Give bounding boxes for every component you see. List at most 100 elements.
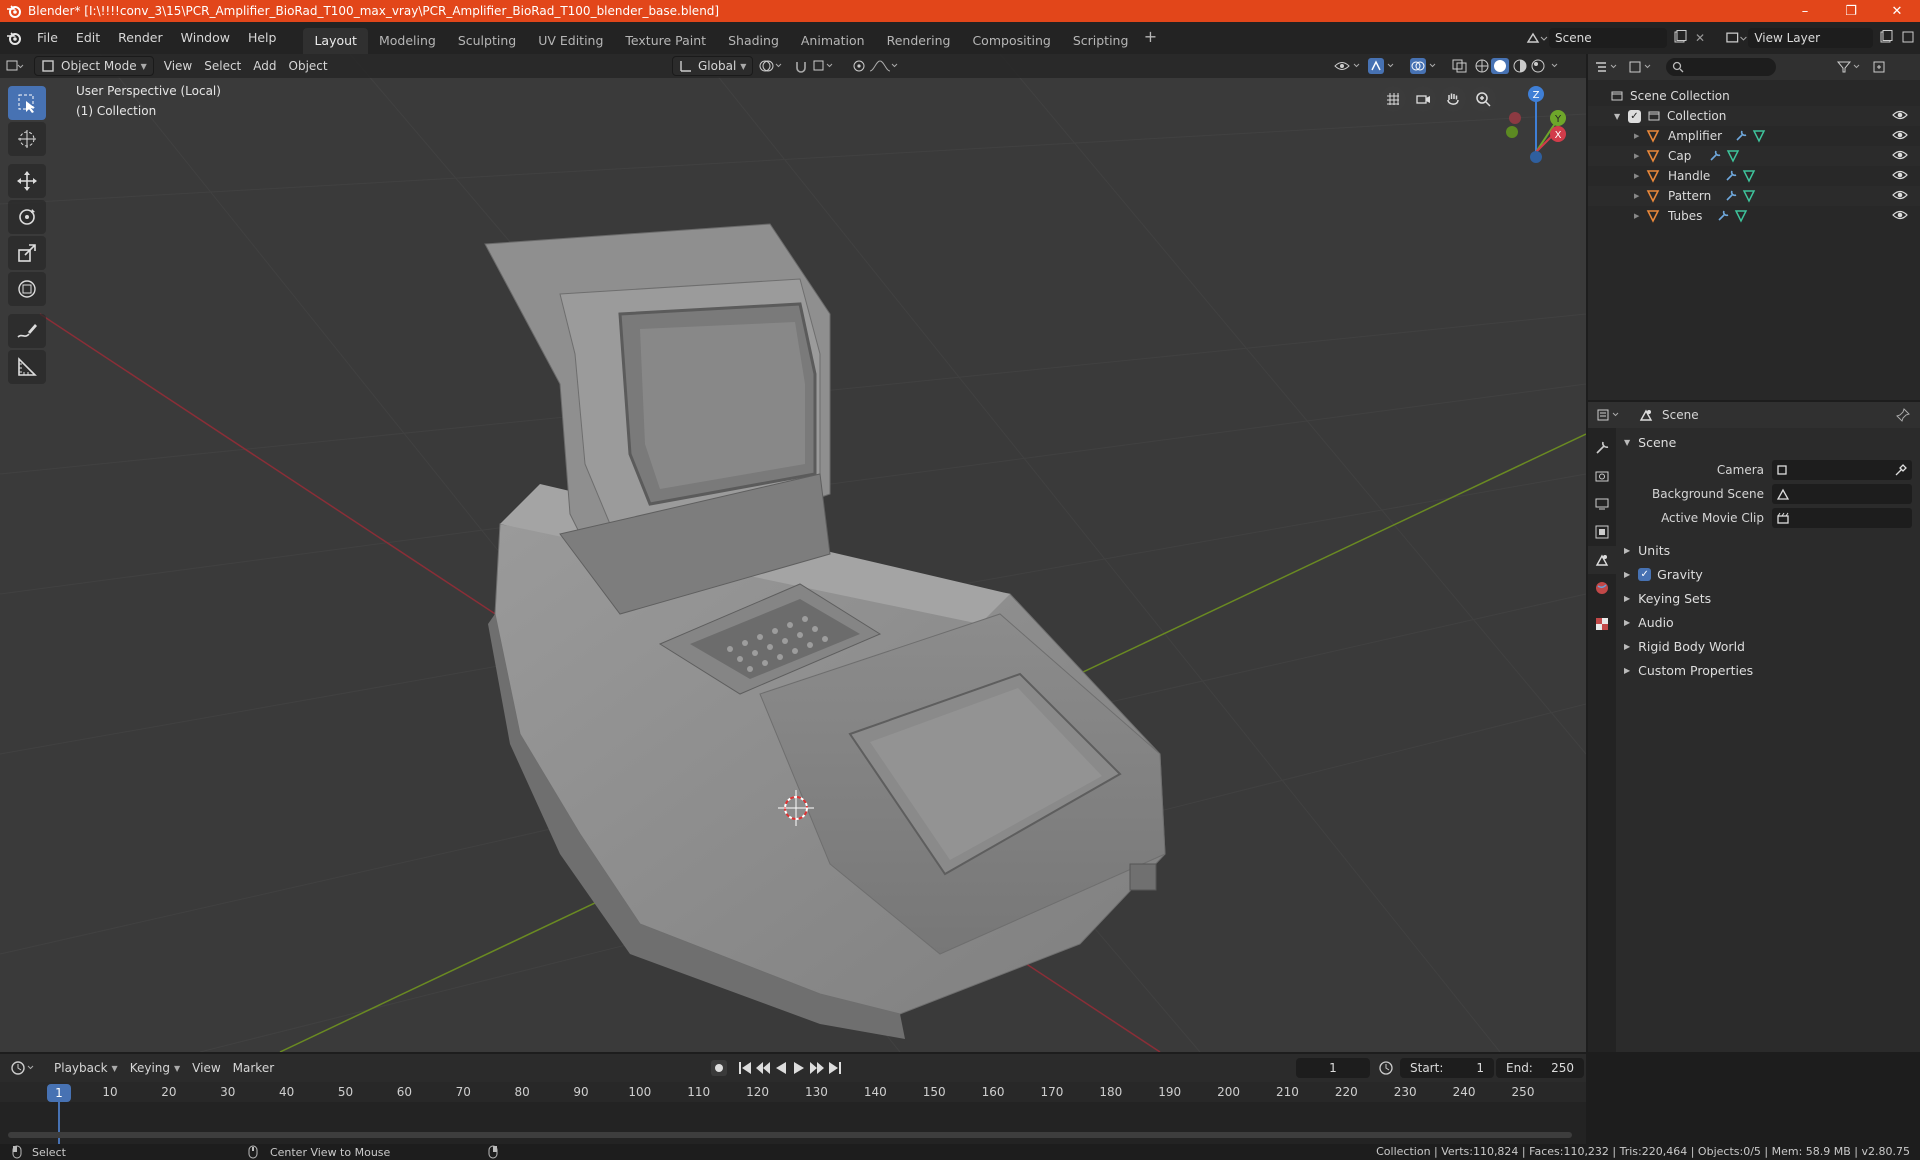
material-shading-icon[interactable] xyxy=(1513,59,1527,73)
outliner-object-pattern[interactable]: ▶ Pattern xyxy=(1588,186,1920,206)
add-menu[interactable]: Add xyxy=(247,56,282,76)
maximize-button[interactable]: ❐ xyxy=(1828,0,1874,22)
expand-triangle-icon[interactable]: ▶ xyxy=(1634,192,1646,200)
timeline-ruler[interactable]: 10 20 30 40 50 60 70 80 90 100 110 120 130 140 150 160 1… xyxy=(0,1082,1586,1102)
eye-icon[interactable] xyxy=(1892,208,1908,222)
record-icon[interactable] xyxy=(710,1059,728,1077)
wireframe-shading-icon[interactable] xyxy=(1475,59,1489,73)
gizmo-toggle-icon[interactable] xyxy=(1362,56,1406,76)
jump-keyframe-forward-icon[interactable] xyxy=(808,1059,826,1077)
jump-keyframe-back-icon[interactable] xyxy=(754,1059,772,1077)
editor-type-icon[interactable] xyxy=(0,56,30,76)
tab-scene[interactable] xyxy=(1588,546,1616,574)
tab-animation[interactable]: Animation xyxy=(790,28,876,54)
menu-render[interactable]: Render xyxy=(109,22,172,54)
rigid-body-world-panel[interactable]: ▶ Rigid Body World xyxy=(1616,634,1920,658)
timeline-scrollbar[interactable] xyxy=(8,1132,1572,1138)
eye-icon[interactable] xyxy=(1892,168,1908,182)
eyedropper-icon[interactable] xyxy=(1894,463,1908,477)
toggle-grid-view-button[interactable] xyxy=(1380,86,1406,112)
chevron-down-icon[interactable] xyxy=(1551,63,1558,68)
gravity-panel[interactable]: ▶ ✓ Gravity xyxy=(1616,562,1920,586)
pivot-point-icon[interactable] xyxy=(752,56,790,76)
new-scene-icon[interactable] xyxy=(1673,29,1687,47)
menu-help[interactable]: Help xyxy=(239,22,286,54)
camera-view-button[interactable] xyxy=(1410,86,1436,112)
expand-triangle-icon[interactable]: ▶ xyxy=(1634,212,1646,220)
gizmo-neg-z-icon[interactable] xyxy=(1530,151,1542,163)
eye-icon[interactable] xyxy=(1892,188,1908,202)
jump-end-icon[interactable] xyxy=(826,1059,844,1077)
new-collection-icon[interactable] xyxy=(1872,60,1888,74)
outliner-collection[interactable]: ▼ ✓ Collection xyxy=(1588,106,1920,126)
audio-panel[interactable]: ▶ Audio xyxy=(1616,610,1920,634)
collection-checkbox[interactable]: ✓ xyxy=(1628,109,1641,123)
object-menu[interactable]: Object xyxy=(283,56,334,76)
tab-view-layer[interactable] xyxy=(1588,518,1616,546)
menu-window[interactable]: Window xyxy=(172,22,239,54)
scene-name-field[interactable]: Scene xyxy=(1548,28,1667,48)
tab-render[interactable] xyxy=(1588,462,1616,490)
pan-view-button[interactable] xyxy=(1440,86,1466,112)
measure-tool[interactable] xyxy=(8,350,46,384)
expand-triangle-icon[interactable]: ▶ xyxy=(1634,132,1646,140)
3d-viewport[interactable]: Z Y X Object Mode ▼ View Select Add Obje… xyxy=(0,54,1586,1052)
tab-scripting[interactable]: Scripting xyxy=(1062,28,1140,54)
tab-shading[interactable]: Shading xyxy=(717,28,790,54)
outliner-scene-collection[interactable]: Scene Collection xyxy=(1588,86,1920,106)
tab-output[interactable] xyxy=(1588,490,1616,518)
tab-compositing[interactable]: Compositing xyxy=(961,28,1061,54)
solid-shading-icon[interactable] xyxy=(1491,58,1509,74)
timeline-track[interactable] xyxy=(0,1102,1586,1144)
marker-menu[interactable]: Marker xyxy=(227,1058,280,1078)
keying-sets-panel[interactable]: ▶ Keying Sets xyxy=(1616,586,1920,610)
auto-keying-icon[interactable] xyxy=(1378,1060,1394,1076)
properties-editor-icon[interactable] xyxy=(1596,408,1624,422)
move-tool[interactable] xyxy=(8,164,46,198)
units-panel[interactable]: ▶ Units xyxy=(1616,538,1920,562)
tab-rendering[interactable]: Rendering xyxy=(876,28,962,54)
active-movie-clip-field[interactable] xyxy=(1772,508,1912,528)
scene-section-header[interactable]: ▼ Scene xyxy=(1616,430,1920,454)
playhead-frame-badge[interactable]: 1 xyxy=(47,1084,71,1102)
outliner-object-cap[interactable]: ▶ Cap xyxy=(1588,146,1920,166)
zoom-view-button[interactable] xyxy=(1470,86,1496,112)
minimize-button[interactable]: – xyxy=(1782,0,1828,22)
expand-triangle-icon[interactable]: ▶ xyxy=(1634,172,1646,180)
delete-scene-icon[interactable]: ✕ xyxy=(1695,31,1705,45)
outliner-object-handle[interactable]: ▶ Handle xyxy=(1588,166,1920,186)
tab-texture[interactable] xyxy=(1588,610,1616,638)
new-view-layer-icon[interactable] xyxy=(1879,29,1893,47)
current-frame-field[interactable]: 1 xyxy=(1296,1058,1370,1078)
tab-layout[interactable]: Layout xyxy=(303,28,368,54)
pcr-amplifier-model[interactable] xyxy=(484,223,1166,1039)
rendered-shading-icon[interactable] xyxy=(1531,59,1545,73)
proportional-editing-icon[interactable] xyxy=(846,56,906,76)
scale-tool[interactable] xyxy=(8,236,46,270)
select-box-tool[interactable] xyxy=(8,86,46,120)
object-mode-dropdown[interactable]: Object Mode ▼ xyxy=(34,56,154,76)
collapse-triangle-icon[interactable]: ▼ xyxy=(1614,112,1626,121)
gizmo-neg-y-icon[interactable] xyxy=(1506,126,1518,138)
viewport-scene[interactable]: Z Y X xyxy=(0,54,1586,1052)
view-layer-selector[interactable]: View Layer xyxy=(1725,27,1915,49)
transform-tool[interactable] xyxy=(8,272,46,306)
play-reverse-icon[interactable] xyxy=(772,1059,790,1077)
end-frame-field[interactable]: End: 250 xyxy=(1496,1058,1584,1078)
cursor-tool[interactable] xyxy=(8,122,46,156)
menu-file[interactable]: File xyxy=(28,22,67,54)
snap-icon[interactable] xyxy=(788,56,844,76)
jump-start-icon[interactable] xyxy=(736,1059,754,1077)
start-frame-field[interactable]: Start: 1 xyxy=(1400,1058,1494,1078)
annotate-tool[interactable] xyxy=(8,314,46,348)
keying-menu[interactable]: Keying ▼ xyxy=(124,1058,186,1078)
playback-menu[interactable]: Playback ▼ xyxy=(48,1058,124,1078)
menu-edit[interactable]: Edit xyxy=(67,22,109,54)
outliner-search-input[interactable] xyxy=(1666,58,1776,76)
filter-icon[interactable] xyxy=(1836,60,1866,74)
add-workspace-button[interactable]: + xyxy=(1139,22,1161,54)
select-menu[interactable]: Select xyxy=(198,56,247,76)
orientation-dropdown[interactable]: Global ▼ xyxy=(672,56,754,76)
remove-view-layer-icon[interactable] xyxy=(1901,30,1915,47)
tab-texture-paint[interactable]: Texture Paint xyxy=(614,28,717,54)
